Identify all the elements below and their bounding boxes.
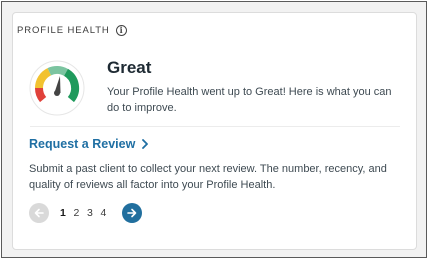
page-numbers: 1 2 3 4 [60, 207, 114, 219]
request-review-link[interactable]: Request a Review [29, 137, 149, 151]
pagination: 1 2 3 4 [29, 203, 142, 223]
arrow-right-icon [127, 208, 137, 218]
arrow-left-icon [34, 208, 44, 218]
page-1[interactable]: 1 [60, 207, 74, 219]
divider [30, 126, 400, 127]
prev-page-button[interactable] [29, 203, 49, 223]
page-3[interactable]: 3 [87, 207, 101, 219]
chevron-right-icon [142, 139, 149, 149]
gauge-icon [29, 60, 85, 116]
status-title: Great [107, 58, 152, 77]
page-4[interactable]: 4 [101, 207, 115, 219]
action-description: Submit a past client to collect your nex… [29, 163, 387, 191]
card-header: PROFILE HEALTH i [17, 25, 127, 36]
header-label: PROFILE HEALTH [17, 25, 110, 36]
info-icon[interactable]: i [115, 25, 127, 36]
page-2[interactable]: 2 [74, 207, 88, 219]
next-page-button[interactable] [122, 203, 142, 223]
status-description: Your Profile Health went up to Great! He… [107, 86, 392, 114]
request-review-label: Request a Review [29, 137, 136, 151]
